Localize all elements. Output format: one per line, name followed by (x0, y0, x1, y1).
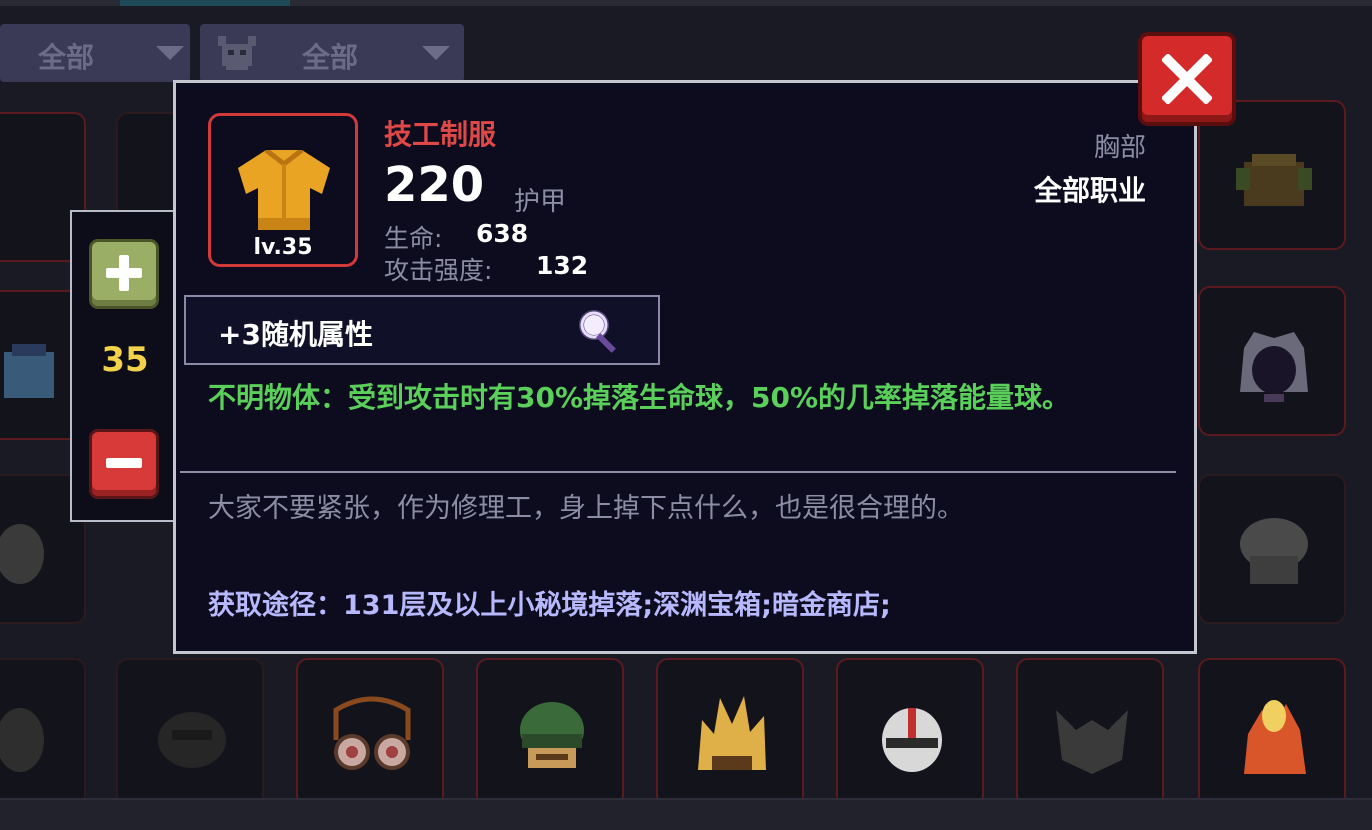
green-helmet-item-icon (520, 702, 584, 768)
quantity-value: 35 (101, 340, 149, 380)
item-effect: 不明物体：受到攻击时有30%掉落生命球，50%的几率掉落能量球。 (208, 381, 1071, 414)
minus-icon (106, 458, 142, 468)
stat-value-health: 638 (476, 219, 529, 248)
stat-label-attack: 攻击强度: (384, 256, 493, 285)
class-requirement: 全部职业 (1033, 174, 1146, 207)
armor-item-icon (4, 344, 54, 398)
top-bar-accent (120, 0, 290, 6)
item-flavor-text: 大家不要紧张，作为修理工，身上掉下点什么，也是很合理的。 (208, 493, 964, 524)
item-tooltip: lv.35 技工制服 220 护甲 生命: 638 攻击强度: 132 胸部 全… (173, 80, 1197, 654)
hood-item-icon (1240, 332, 1308, 402)
filter-dropdown-1[interactable]: 全部 (0, 24, 190, 82)
top-bar (0, 0, 1372, 6)
close-icon (1162, 54, 1212, 104)
plus-icon-vertical (119, 255, 129, 291)
inventory-slot[interactable] (1016, 658, 1164, 808)
armor-label: 护甲 (514, 187, 567, 217)
random-attribute-box[interactable]: +3随机属性 (184, 295, 660, 365)
spiky-hair-item-icon (698, 696, 766, 770)
inventory-slot[interactable] (1198, 286, 1346, 436)
uniform-shirt-icon (238, 150, 330, 230)
inventory-slot[interactable] (1198, 658, 1346, 808)
magnifier-icon[interactable] (576, 307, 632, 357)
item-name: 技工制服 (384, 118, 497, 151)
inventory-slot[interactable] (0, 658, 86, 808)
inventory-slot[interactable] (476, 658, 624, 808)
divider (180, 471, 1176, 473)
stat-label-health: 生命: (384, 224, 443, 253)
goggles-item-icon (333, 696, 411, 770)
helmet-item-icon (158, 712, 226, 768)
stat-value-attack: 132 (536, 251, 589, 280)
inventory-slot[interactable] (656, 658, 804, 808)
horned-helmet-item-icon (1056, 710, 1128, 774)
inventory-slot[interactable] (116, 658, 264, 808)
inventory-slot[interactable] (296, 658, 444, 808)
bottom-bar (0, 798, 1372, 830)
chef-hat-item-icon (1240, 518, 1308, 584)
random-attribute-label: +3随机属性 (218, 318, 373, 351)
inventory-slot[interactable] (1198, 474, 1346, 624)
mask-item-icon (882, 708, 942, 772)
filter-label: 全部 (38, 41, 95, 74)
filter-label: 全部 (302, 41, 359, 74)
close-button[interactable] (1142, 36, 1232, 122)
inventory-slot[interactable] (1198, 100, 1346, 250)
item-level: lv.35 (253, 235, 313, 260)
armor-value: 220 (384, 157, 485, 213)
fire-helmet-item-icon (1244, 700, 1306, 774)
helmet-icon (218, 36, 256, 70)
inventory-slot[interactable] (836, 658, 984, 808)
armor-item-icon (1236, 154, 1312, 206)
quantity-panel: 35 (70, 210, 180, 522)
item-slot-type: 胸部 (1093, 133, 1146, 163)
filter-dropdown-2[interactable]: 全部 (200, 24, 464, 82)
armor-item-icon (0, 524, 44, 584)
item-icon-frame: lv.35 (208, 113, 358, 267)
helmet-item-icon (0, 708, 44, 772)
increase-button[interactable] (92, 242, 156, 306)
chevron-down-icon (156, 46, 184, 60)
item-source: 获取途径：131层及以上小秘境掉落;深渊宝箱;暗金商店; (208, 590, 891, 621)
decrease-button[interactable] (92, 432, 156, 496)
chevron-down-icon (422, 46, 450, 60)
